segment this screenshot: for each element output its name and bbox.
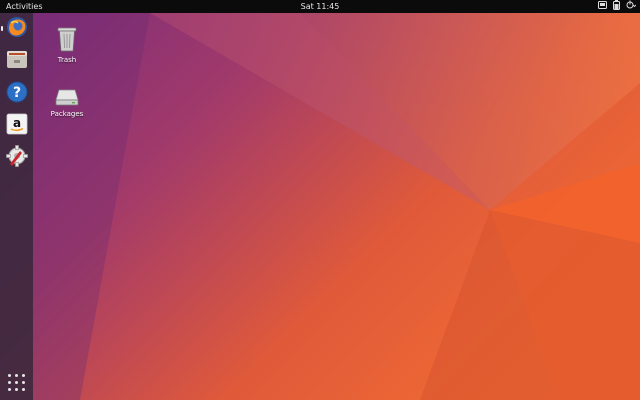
- amazon-icon: a: [6, 113, 28, 139]
- desktop-icon-label: Packages: [50, 110, 84, 118]
- svg-text:a: a: [12, 116, 20, 130]
- firefox-icon: [6, 16, 28, 42]
- dock-item-software-updater[interactable]: [5, 144, 28, 171]
- dock-item-help[interactable]: ?: [5, 81, 28, 107]
- top-bar: Activities Sat 11:45: [0, 0, 640, 13]
- trash-icon: [57, 26, 77, 54]
- show-applications-button[interactable]: [8, 374, 25, 391]
- drive-icon: [55, 86, 79, 108]
- network-icon: [598, 0, 607, 13]
- files-icon: [6, 48, 28, 74]
- help-icon: ?: [6, 81, 28, 107]
- svg-text:?: ?: [12, 85, 20, 101]
- clock[interactable]: Sat 11:45: [301, 2, 340, 11]
- dock-item-files[interactable]: [5, 49, 28, 72]
- system-menu[interactable]: [598, 0, 637, 14]
- dock-item-amazon[interactable]: a: [5, 113, 28, 139]
- dock: ? a: [0, 13, 33, 400]
- software-updater-icon: [5, 144, 28, 171]
- dock-item-firefox[interactable]: [1, 16, 28, 42]
- activities-button[interactable]: Activities: [6, 0, 43, 13]
- desktop-icon-label: Trash: [57, 56, 77, 64]
- desktop-icon-trash[interactable]: Trash: [37, 26, 97, 64]
- desktop-icon-packages[interactable]: Packages: [37, 82, 97, 118]
- battery-icon: [613, 0, 620, 14]
- power-menu-icon: [626, 0, 637, 13]
- desktop-wallpaper: [0, 13, 640, 400]
